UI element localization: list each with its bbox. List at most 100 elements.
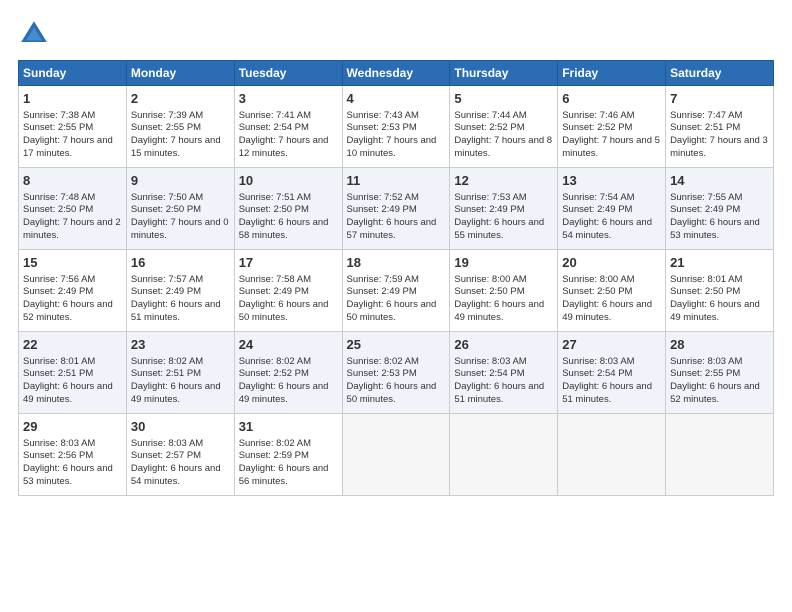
daylight: Daylight: 6 hours and 50 minutes. [347,381,437,405]
sunrise: Sunrise: 7:38 AM [23,110,95,121]
day-header: Thursday [450,61,558,86]
day-number: 19 [454,254,553,272]
day-number: 30 [131,418,230,436]
daylight: Daylight: 7 hours and 5 minutes. [562,135,660,159]
daylight: Daylight: 6 hours and 51 minutes. [562,381,652,405]
sunset: Sunset: 2:50 PM [562,286,632,297]
sunrise: Sunrise: 7:58 AM [239,274,311,285]
calendar-cell: 25Sunrise: 8:02 AMSunset: 2:53 PMDayligh… [342,332,450,414]
day-number: 24 [239,336,338,354]
daylight: Daylight: 6 hours and 49 minutes. [562,299,652,323]
day-number: 18 [347,254,446,272]
day-number: 9 [131,172,230,190]
day-number: 4 [347,90,446,108]
sunset: Sunset: 2:49 PM [347,204,417,215]
daylight: Daylight: 6 hours and 49 minutes. [239,381,329,405]
day-number: 27 [562,336,661,354]
daylight: Daylight: 6 hours and 55 minutes. [454,217,544,241]
day-header: Friday [558,61,666,86]
calendar-cell: 30Sunrise: 8:03 AMSunset: 2:57 PMDayligh… [126,414,234,496]
sunset: Sunset: 2:49 PM [454,204,524,215]
day-number: 13 [562,172,661,190]
day-number: 15 [23,254,122,272]
daylight: Daylight: 6 hours and 50 minutes. [347,299,437,323]
calendar-cell: 16Sunrise: 7:57 AMSunset: 2:49 PMDayligh… [126,250,234,332]
calendar-cell: 5Sunrise: 7:44 AMSunset: 2:52 PMDaylight… [450,86,558,168]
daylight: Daylight: 7 hours and 8 minutes. [454,135,552,159]
sunset: Sunset: 2:50 PM [239,204,309,215]
sunrise: Sunrise: 7:53 AM [454,192,526,203]
calendar-cell: 23Sunrise: 8:02 AMSunset: 2:51 PMDayligh… [126,332,234,414]
sunset: Sunset: 2:50 PM [131,204,201,215]
sunrise: Sunrise: 7:54 AM [562,192,634,203]
sunrise: Sunrise: 7:52 AM [347,192,419,203]
day-number: 12 [454,172,553,190]
day-number: 2 [131,90,230,108]
daylight: Daylight: 6 hours and 49 minutes. [670,299,760,323]
sunset: Sunset: 2:59 PM [239,450,309,461]
daylight: Daylight: 7 hours and 17 minutes. [23,135,113,159]
day-number: 22 [23,336,122,354]
calendar-cell: 11Sunrise: 7:52 AMSunset: 2:49 PMDayligh… [342,168,450,250]
sunset: Sunset: 2:49 PM [131,286,201,297]
sunrise: Sunrise: 7:51 AM [239,192,311,203]
day-number: 7 [670,90,769,108]
sunrise: Sunrise: 7:55 AM [670,192,742,203]
daylight: Daylight: 6 hours and 56 minutes. [239,463,329,487]
sunset: Sunset: 2:52 PM [454,122,524,133]
calendar-cell: 9Sunrise: 7:50 AMSunset: 2:50 PMDaylight… [126,168,234,250]
sunrise: Sunrise: 7:43 AM [347,110,419,121]
calendar-cell: 29Sunrise: 8:03 AMSunset: 2:56 PMDayligh… [19,414,127,496]
day-number: 14 [670,172,769,190]
sunset: Sunset: 2:54 PM [454,368,524,379]
day-header: Tuesday [234,61,342,86]
daylight: Daylight: 7 hours and 2 minutes. [23,217,121,241]
calendar-cell: 6Sunrise: 7:46 AMSunset: 2:52 PMDaylight… [558,86,666,168]
calendar-cell [450,414,558,496]
calendar-week: 1Sunrise: 7:38 AMSunset: 2:55 PMDaylight… [19,86,774,168]
calendar-cell: 7Sunrise: 7:47 AMSunset: 2:51 PMDaylight… [666,86,774,168]
sunrise: Sunrise: 7:57 AM [131,274,203,285]
calendar-cell: 20 Sunrise: 8:00 AMSunset: 2:50 PM Dayligh… [558,250,666,332]
calendar-cell: 15Sunrise: 7:56 AMSunset: 2:49 PMDayligh… [19,250,127,332]
daylight: Daylight: 6 hours and 54 minutes. [131,463,221,487]
sunrise: Sunrise: 7:39 AM [131,110,203,121]
sunrise: Sunrise: 8:01 AM [670,274,742,285]
sunrise: Sunrise: 7:50 AM [131,192,203,203]
daylight: Daylight: 6 hours and 51 minutes. [131,299,221,323]
sunset: Sunset: 2:57 PM [131,450,201,461]
calendar-week: 8Sunrise: 7:48 AMSunset: 2:50 PMDaylight… [19,168,774,250]
calendar-week: 15 Sunrise: 7:56 AM Sunset: 2:49 PM Dayligh… [19,250,774,332]
day-number: 20 [562,254,661,272]
calendar-cell: 24Sunrise: 8:02 AMSunset: 2:52 PMDayligh… [234,332,342,414]
calendar-cell: 26Sunrise: 8:03 AMSunset: 2:54 PMDayligh… [450,332,558,414]
day-number: 6 [562,90,661,108]
calendar-cell: 17Sunrise: 7:58 AMSunset: 2:49 PMDayligh… [234,250,342,332]
calendar-cell [342,414,450,496]
sunrise: Sunrise: 8:03 AM [454,356,526,367]
calendar-cell: 22Sunrise: 8:01 AMSunset: 2:51 PMDayligh… [19,332,127,414]
header-row: SundayMondayTuesdayWednesdayThursdayFrid… [19,61,774,86]
calendar-week: 29Sunrise: 8:03 AMSunset: 2:56 PMDayligh… [19,414,774,496]
sunrise: Sunrise: 7:56 AM [23,274,95,285]
calendar-table: SundayMondayTuesdayWednesdayThursdayFrid… [18,60,774,496]
sunrise: Sunrise: 7:47 AM [670,110,742,121]
sunset: Sunset: 2:49 PM [670,204,740,215]
daylight: Daylight: 7 hours and 10 minutes. [347,135,437,159]
daylight: Daylight: 6 hours and 52 minutes. [23,299,113,323]
sunrise: Sunrise: 8:03 AM [562,356,634,367]
day-number: 5 [454,90,553,108]
calendar-cell: 2Sunrise: 7:39 AMSunset: 2:55 PMDaylight… [126,86,234,168]
sunset: Sunset: 2:53 PM [347,368,417,379]
sunset: Sunset: 2:55 PM [23,122,93,133]
daylight: Daylight: 7 hours and 3 minutes. [670,135,768,159]
calendar-cell: 21Sunrise: 8:01 AMSunset: 2:50 PMDayligh… [666,250,774,332]
calendar-cell: 28Sunrise: 8:03 AMSunset: 2:55 PMDayligh… [666,332,774,414]
day-number: 29 [23,418,122,436]
calendar-cell [558,414,666,496]
day-header: Saturday [666,61,774,86]
calendar-cell: 19Sunrise: 8:00 AMSunset: 2:50 PMDayligh… [450,250,558,332]
day-header: Sunday [19,61,127,86]
sunrise: Sunrise: 8:00 AM [562,274,634,285]
sunset: Sunset: 2:53 PM [347,122,417,133]
